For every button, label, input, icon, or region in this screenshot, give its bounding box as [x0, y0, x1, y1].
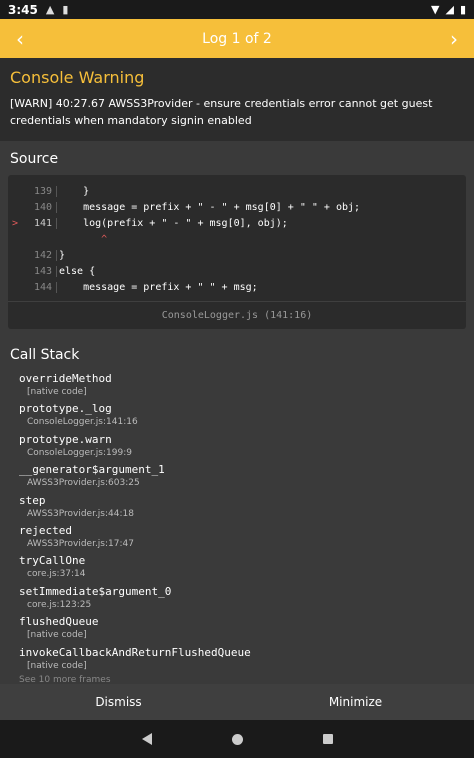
- stack-frame[interactable]: prototype.warn ConsoleLogger.js:199:9: [19, 432, 474, 462]
- log-header: ‹ Log 1 of 2 ›: [0, 19, 474, 58]
- dismiss-button[interactable]: Dismiss: [0, 684, 237, 720]
- stack-frame[interactable]: tryCallOne core.js:37:14: [19, 553, 474, 583]
- frame-function: rejected: [19, 523, 72, 537]
- signal-icon: ◢: [445, 3, 454, 16]
- code-line: 139 }: [8, 183, 466, 199]
- code-text: log(prefix + " - " + msg[0], obj);: [59, 217, 288, 229]
- frame-function: prototype._log: [19, 402, 112, 416]
- stack-frame[interactable]: rejected AWSS3Provider.js:17:47: [19, 523, 474, 553]
- battery-icon: ▮: [459, 3, 466, 16]
- a-icon: ▲: [45, 3, 55, 16]
- frame-location: core.js:123:25: [27, 599, 92, 610]
- line-number: 143: [22, 265, 57, 277]
- sd-card-icon: ▮: [62, 3, 69, 16]
- frame-location: ConsoleLogger.js:141:16: [27, 417, 138, 428]
- code-text: }: [59, 249, 66, 261]
- frame-function: overrideMethod: [19, 372, 112, 385]
- source-title: Source: [10, 151, 59, 167]
- error-line-marker: >: [11, 217, 19, 229]
- frame-location: AWSS3Provider.js:44:18: [27, 508, 134, 519]
- stack-frame[interactable]: overrideMethod [native code]: [19, 371, 474, 401]
- code-line: 143 else {: [8, 263, 466, 279]
- warning-title: Console Warning: [10, 68, 145, 87]
- stack-frame[interactable]: invokeCallbackAndReturnFlushedQueue [nati…: [19, 645, 474, 675]
- frame-location: [native code]: [27, 387, 87, 397]
- frame-function: step: [19, 493, 46, 507]
- stack-frame[interactable]: setImmediate$argument_0 core.js:123:25: [19, 584, 474, 614]
- minimize-button[interactable]: Minimize: [237, 684, 474, 720]
- more-frames-link[interactable]: See 10 more frames: [0, 675, 474, 684]
- frame-location: AWSS3Provider.js:17:47: [27, 538, 134, 549]
- code-line: 142}: [8, 247, 466, 263]
- bottom-action-bar: Dismiss Minimize: [0, 684, 474, 720]
- frame-function: prototype.warn: [19, 432, 112, 446]
- stack-frame[interactable]: __generator$argument_1 AWSS3Provider.js:6…: [19, 462, 474, 492]
- call-stack-title: Call Stack: [10, 347, 80, 363]
- line-number: 139: [22, 185, 57, 197]
- warning-section: Console Warning [WARN] 40:27.67 AWSS3Pro…: [0, 58, 474, 141]
- recents-icon[interactable]: [322, 734, 333, 744]
- code-text: message = prefix + " - " + msg[0] + " " …: [59, 201, 361, 213]
- error-caret: ^: [59, 233, 108, 245]
- line-number: 144: [22, 281, 57, 293]
- call-stack-list: overrideMethod [native code] prototype._lo…: [0, 371, 474, 675]
- frame-function: flushedQueue: [19, 615, 99, 629]
- stack-frame[interactable]: step AWSS3Provider.js:44:18: [19, 493, 474, 523]
- chevron-right-icon[interactable]: ›: [434, 27, 474, 51]
- code-text: message = prefix + " " + msg;: [59, 281, 258, 293]
- line-number: 141: [22, 217, 57, 229]
- log-title: Log 1 of 2: [202, 30, 272, 47]
- frame-location: core.js:37:14: [27, 569, 86, 580]
- frame-location: [native code]: [27, 630, 87, 641]
- home-icon[interactable]: [231, 733, 243, 745]
- frame-function: invokeCallbackAndReturnFlushedQueue: [19, 645, 251, 659]
- status-bar: 3:45 ▲ ▮ ▼ ◢ ▮: [0, 0, 474, 19]
- wifi-icon: ▼: [431, 3, 440, 16]
- code-text: else {: [59, 265, 96, 277]
- source-file-location: ConsoleLogger.js (141:16): [8, 301, 466, 329]
- code-line: 140 message = prefix + " - " + msg[0] + …: [8, 199, 466, 215]
- status-time: 3:45: [8, 2, 38, 17]
- frame-location: [native code]: [27, 660, 87, 671]
- log-content[interactable]: Console Warning [WARN] 40:27.67 AWSS3Pro…: [0, 58, 474, 684]
- system-nav-bar: [0, 720, 474, 758]
- line-number: 142: [22, 249, 57, 261]
- chevron-left-icon[interactable]: ‹: [0, 27, 40, 51]
- code-text: }: [59, 185, 90, 197]
- source-code-box: 139 } 140 message = prefix + " - " + msg[…: [8, 175, 466, 329]
- code-line: 144 message = prefix + " " + msg;: [8, 279, 466, 295]
- code-line: >141 log(prefix + " - " + msg[0], obj);: [8, 215, 466, 231]
- back-icon[interactable]: [141, 733, 152, 745]
- frame-function: setImmediate$argument_0: [19, 584, 172, 598]
- frame-function: tryCallOne: [19, 554, 86, 568]
- code-line: ^: [8, 231, 466, 247]
- frame-function: __generator$argument_1: [19, 463, 165, 477]
- line-number: 140: [22, 201, 57, 213]
- code-lines: 139 } 140 message = prefix + " - " + msg[…: [8, 175, 466, 301]
- stack-frame[interactable]: flushedQueue [native code]: [19, 614, 474, 644]
- stack-frame[interactable]: prototype._log ConsoleLogger.js:141:16: [19, 401, 474, 431]
- frame-location: ConsoleLogger.js:199:9: [27, 447, 132, 458]
- frame-location: AWSS3Provider.js:603:25: [27, 478, 140, 489]
- warning-message: [WARN] 40:27.67 AWSS3Provider - ensure c…: [10, 97, 433, 127]
